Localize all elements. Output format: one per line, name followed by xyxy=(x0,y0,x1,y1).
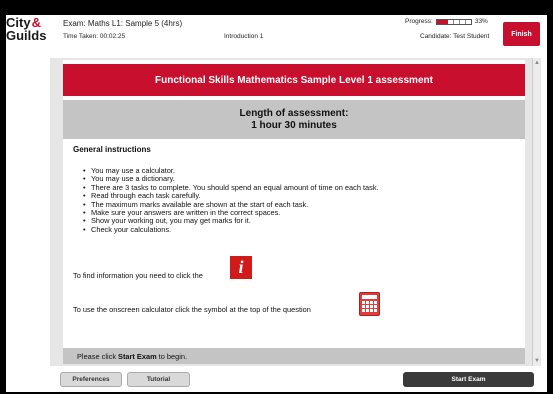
progress-bar xyxy=(435,18,472,25)
instructions-panel: Functional Skills Mathematics Sample Lev… xyxy=(63,60,525,364)
assessment-banner: Functional Skills Mathematics Sample Lev… xyxy=(63,64,525,96)
city-and-guilds-logo: City & Guilds xyxy=(6,15,47,43)
scroll-up-icon[interactable]: ▲ xyxy=(534,60,540,66)
progress-indicator: Progress: 33% xyxy=(405,18,488,25)
instructions-list: You may use a calculator. You may use a … xyxy=(83,166,379,235)
start-exam-button[interactable]: Start Exam xyxy=(403,372,534,387)
assessment-length: Length of assessment: 1 hour 30 minutes xyxy=(63,100,525,139)
scroll-down-icon[interactable]: ▼ xyxy=(534,358,540,364)
length-label: Length of assessment: xyxy=(239,108,349,119)
list-item: Check your calculations. xyxy=(83,225,379,235)
tutorial-button[interactable]: Tutorial xyxy=(127,372,190,387)
exam-title: Exam: Maths L1: Sample 5 (4hrs) xyxy=(63,19,183,28)
length-value: 1 hour 30 minutes xyxy=(251,120,337,131)
finish-button[interactable]: Finish xyxy=(503,22,540,46)
progress-label: Progress: xyxy=(405,18,433,25)
calculator-icon xyxy=(359,292,380,316)
progress-percent: 33% xyxy=(474,18,488,25)
general-instructions-heading: General instructions xyxy=(73,145,151,154)
content-area: Functional Skills Mathematics Sample Lev… xyxy=(50,58,541,366)
begin-prompt: Please click Start Exam to begin. xyxy=(63,348,525,364)
section-name: Introduction 1 xyxy=(224,33,264,40)
preferences-button[interactable]: Preferences xyxy=(60,372,122,387)
info-icon: i xyxy=(230,256,252,279)
content-scrollbar[interactable]: ▲ ▼ xyxy=(532,58,540,366)
progress-fill xyxy=(436,19,449,24)
info-instruction: To find information you need to click th… xyxy=(73,271,203,280)
time-taken: Time Taken: 00:02:25 xyxy=(63,33,126,40)
calculator-instruction: To use the onscreen calculator click the… xyxy=(73,305,311,314)
candidate-name: Candidate: Test Student xyxy=(420,33,490,40)
